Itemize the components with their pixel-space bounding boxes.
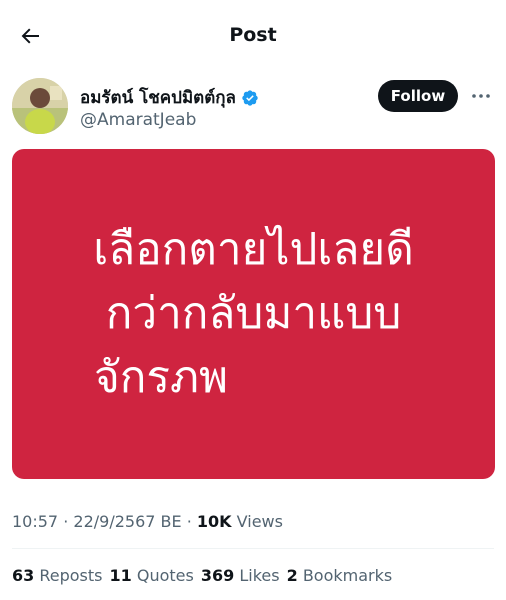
post-time[interactable]: 10:57 [12,512,58,531]
image-text-line-2: กว่ากลับมาแบบ [105,288,402,339]
post-author: อมรัตน์ โชคปมิตต์กุล @AmaratJeab Follow [10,76,496,138]
reposts-stat[interactable]: 63 Reposts [12,566,103,585]
likes-count: 369 [200,566,235,585]
author-handle[interactable]: @AmaratJeab [80,110,196,130]
meta-separator: · [186,512,192,531]
top-bar: Post [0,0,506,70]
quotes-stat[interactable]: 11 Quotes [110,566,194,585]
likes-label: Likes [239,566,280,585]
views-label: Views [236,512,283,531]
quotes-count: 11 [109,566,132,585]
author-name[interactable]: อมรัตน์ โชคปมิตต์กุล [80,84,259,111]
image-text-line-1: เลือกตายไปเลยดี [93,224,414,275]
views-count: 10K [196,512,232,531]
follow-button[interactable]: Follow [378,80,458,112]
reposts-count: 63 [12,566,35,585]
page-title: Post [229,24,277,46]
bookmarks-count: 2 [286,566,298,585]
bookmarks-label: Bookmarks [302,566,393,585]
divider [12,548,494,549]
more-options-icon[interactable] [470,86,492,106]
meta-separator: · [63,512,69,531]
post-meta: 10:57 · 22/9/2567 BE · 10K Views [12,512,283,531]
post-date[interactable]: 22/9/2567 BE [73,512,181,531]
image-text-line-3: จักรภพ [94,352,229,403]
quotes-label: Quotes [136,566,194,585]
likes-stat[interactable]: 369 Likes [201,566,280,585]
verified-badge-icon [241,89,259,107]
avatar[interactable] [12,78,68,134]
post-image[interactable]: เลือกตายไปเลยดี กว่ากลับมาแบบ จักรภพ [12,149,495,479]
reposts-label: Reposts [39,566,103,585]
author-name-text: อมรัตน์ โชคปมิตต์กุล [80,88,236,108]
engagement-stats: 63 Reposts 11 Quotes 369 Likes 2 Bookmar… [12,566,392,585]
bookmarks-stat[interactable]: 2 Bookmarks [287,566,393,585]
